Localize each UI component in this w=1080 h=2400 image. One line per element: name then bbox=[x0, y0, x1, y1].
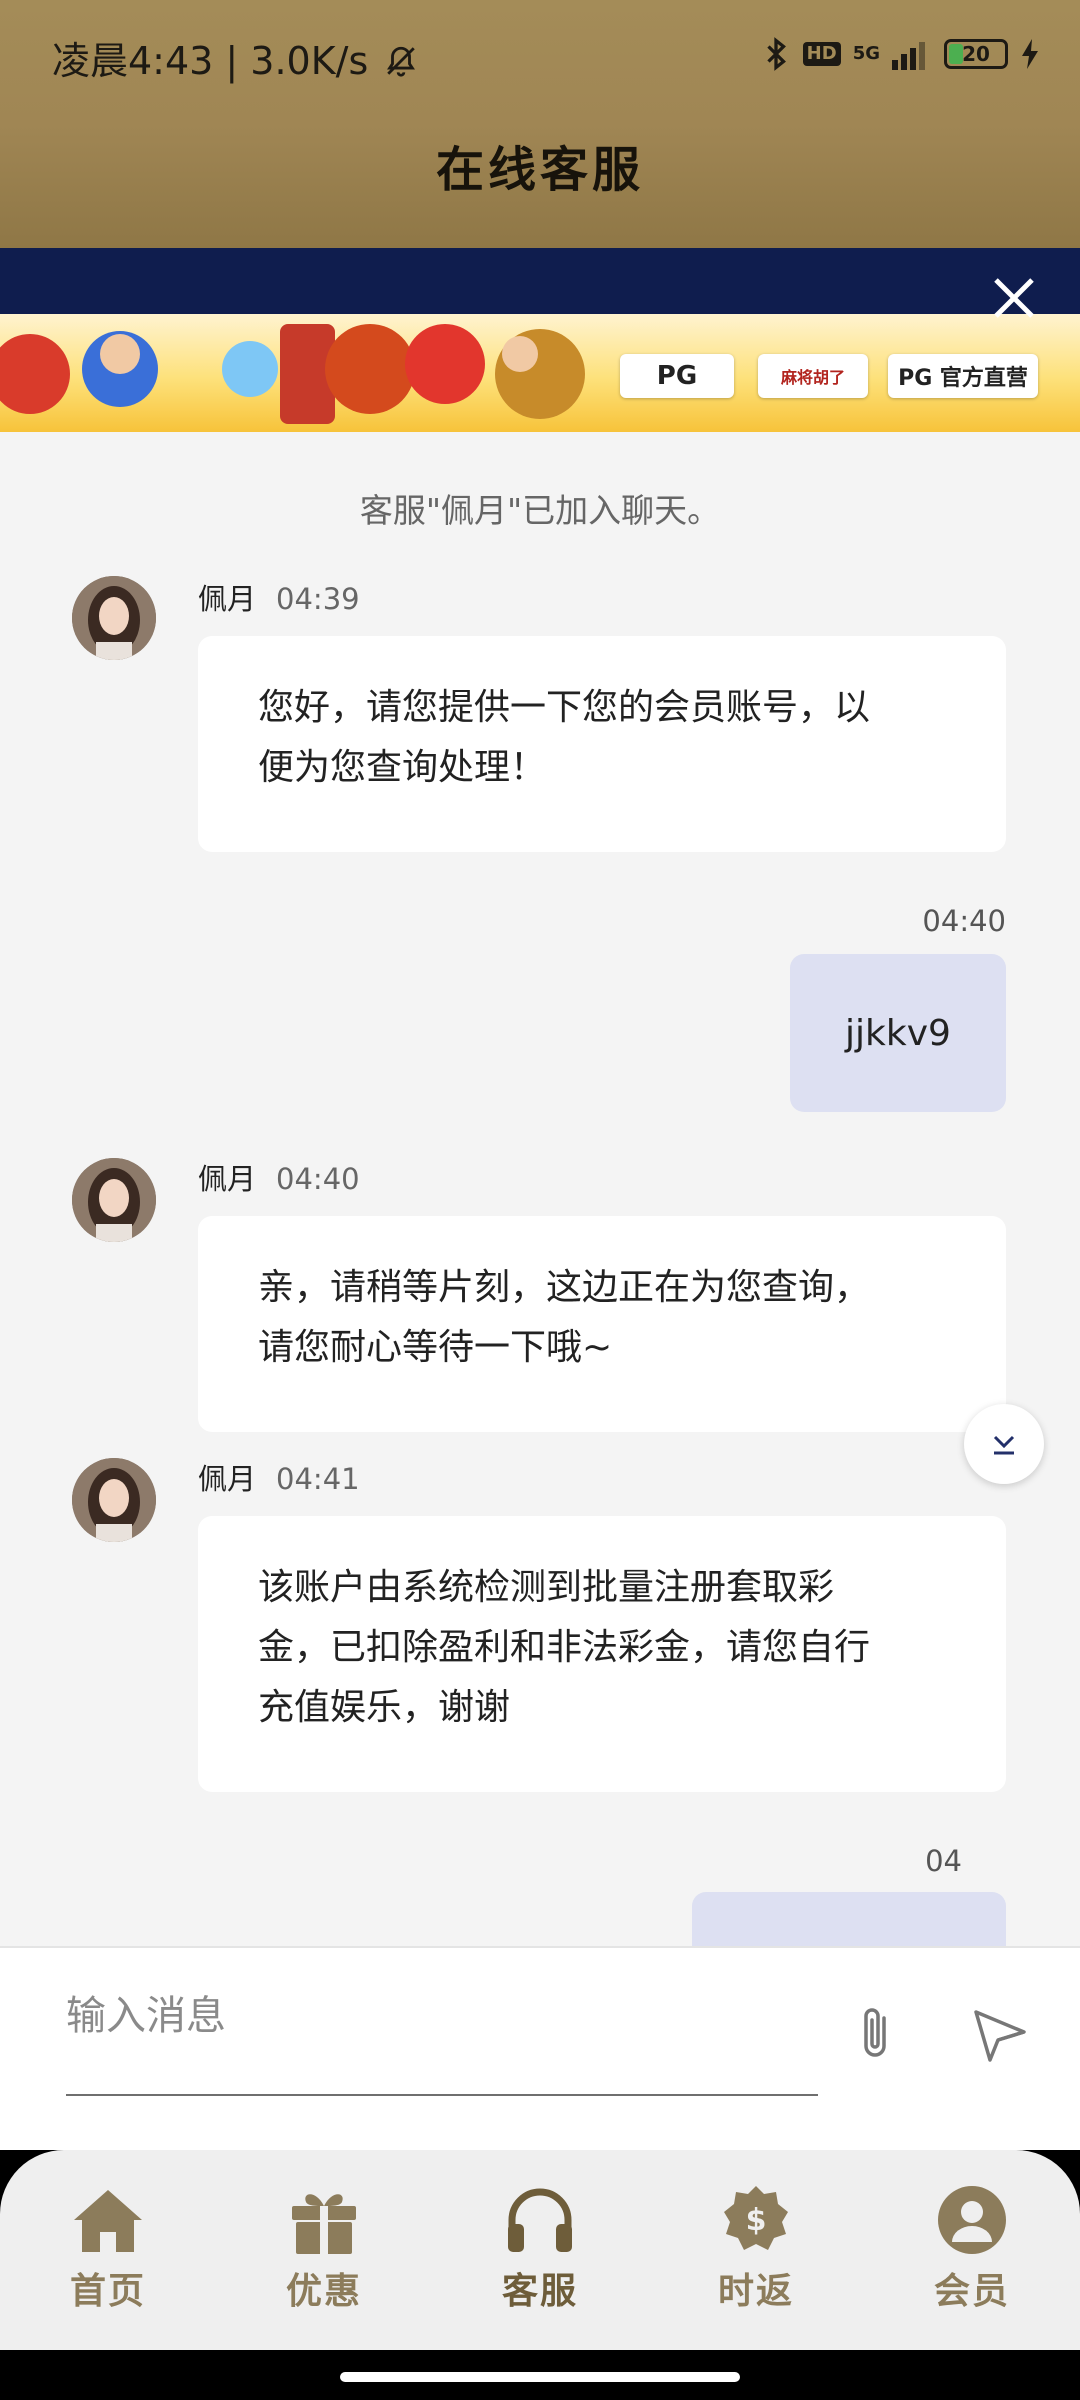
message-line: 您好，请您提供一下您的会员账号，以 bbox=[258, 687, 871, 728]
outgoing-message: jjkkv9 bbox=[790, 954, 1006, 1112]
sender-name: 佩月 bbox=[198, 1462, 257, 1496]
outgoing-message-time: 04 bbox=[925, 1844, 962, 1878]
promo-chip-official: PG 官方直营 bbox=[888, 354, 1038, 398]
sender-name: 佩月 bbox=[198, 582, 257, 616]
avatar-image bbox=[72, 1158, 156, 1242]
avatar-image bbox=[72, 576, 156, 660]
message-line: 金，已扣除盈利和非法彩金，请您自行 bbox=[258, 1627, 871, 1668]
home-icon bbox=[74, 2190, 142, 2252]
chat-screen: 凌晨4:43 | 3.0K/s HD 5G 20 在线客服 PG 麻将胡了 PG… bbox=[0, 0, 1080, 2400]
promo-chip-pg: PG bbox=[620, 354, 734, 398]
chat-messages[interactable]: 客服"佩月"已加入聊天。 佩月 04:39 您好，请您提供一下您的会员账号，以 便… bbox=[0, 432, 1080, 1946]
header: 凌晨4:43 | 3.0K/s HD 5G 20 在线客服 bbox=[0, 0, 1080, 248]
close-banner-button[interactable] bbox=[988, 272, 1040, 324]
tab-customer-service[interactable]: 客服 bbox=[460, 2182, 620, 2332]
agent-avatar[interactable] bbox=[72, 576, 156, 660]
send-icon bbox=[974, 2010, 1026, 2062]
incoming-message: 亲，请稍等片刻，这边正在为您查询， 请您耐心等待一下哦~ bbox=[198, 1216, 1006, 1432]
message-composer bbox=[0, 1946, 1080, 2150]
tab-label: 时返 bbox=[717, 2271, 794, 2312]
tab-member[interactable]: 会员 bbox=[892, 2182, 1052, 2332]
incoming-message: 您好，请您提供一下您的会员账号，以 便为您查询处理！ bbox=[198, 636, 1006, 852]
message-time: 04:40 bbox=[276, 1162, 360, 1196]
message-text: jjkkv9 bbox=[845, 1012, 951, 1054]
scroll-to-bottom-button[interactable] bbox=[964, 1404, 1044, 1484]
status-icons: HD 5G 20 bbox=[761, 30, 1040, 78]
home-indicator[interactable] bbox=[340, 2372, 740, 2382]
message-line: 充值娱乐，谢谢 bbox=[258, 1687, 511, 1728]
bluetooth-icon bbox=[767, 37, 786, 71]
system-message: 客服"佩月"已加入聊天。 bbox=[359, 491, 721, 530]
gift-icon bbox=[292, 2194, 356, 2254]
outgoing-message-time: 04:40 bbox=[922, 904, 1006, 938]
dollar-badge-icon: $ bbox=[724, 2186, 788, 2250]
input-underline bbox=[66, 2094, 818, 2096]
headset-icon bbox=[508, 2188, 572, 2252]
agent-avatar[interactable] bbox=[72, 1158, 156, 1242]
page-title: 在线客服 bbox=[435, 142, 644, 198]
user-icon bbox=[938, 2186, 1006, 2254]
outgoing-message bbox=[692, 1892, 1006, 1946]
signal-icon bbox=[892, 42, 925, 70]
message-meta: 佩月 04:41 bbox=[198, 1456, 360, 1498]
chevron-down-icon bbox=[993, 1435, 1015, 1455]
tab-label: 会员 bbox=[933, 2271, 1010, 2312]
tab-label: 首页 bbox=[69, 2271, 146, 2312]
banner-top-strip bbox=[0, 248, 1080, 314]
battery-icon: 20 bbox=[944, 39, 1008, 69]
message-time: 04:41 bbox=[276, 1462, 360, 1496]
network-label: 5G bbox=[852, 43, 880, 64]
status-bar: 凌晨4:43 | 3.0K/s HD 5G 20 bbox=[0, 0, 1080, 108]
message-meta: 佩月 04:40 bbox=[198, 1156, 360, 1198]
close-icon bbox=[994, 278, 1034, 318]
charging-icon bbox=[1022, 39, 1038, 69]
sender-name: 佩月 bbox=[198, 1162, 257, 1196]
promo-banner[interactable]: PG 麻将胡了 PG 官方直营 bbox=[0, 314, 1080, 432]
message-input[interactable] bbox=[66, 1988, 816, 2044]
paperclip-icon bbox=[864, 2008, 886, 2057]
message-time: 04:39 bbox=[276, 582, 360, 616]
mute-bell-icon bbox=[387, 46, 416, 77]
svg-text:$: $ bbox=[746, 2203, 767, 2238]
message-line: 亲，请稍等片刻，这边正在为您查询， bbox=[258, 1267, 871, 1308]
tab-promotions[interactable]: 优惠 bbox=[244, 2182, 404, 2332]
message-line: 该账户由系统检测到批量注册套取彩 bbox=[258, 1567, 835, 1608]
avatar-image bbox=[72, 1458, 156, 1542]
promo-banner-illustration bbox=[0, 324, 585, 424]
status-time: 凌晨4:43 | 3.0K/s bbox=[52, 30, 418, 85]
hd-badge: HD bbox=[802, 42, 841, 66]
incoming-message: 该账户由系统检测到批量注册套取彩 金，已扣除盈利和非法彩金，请您自行 充值娱乐，… bbox=[198, 1516, 1006, 1792]
agent-avatar[interactable] bbox=[72, 1458, 156, 1542]
attach-button[interactable] bbox=[848, 2002, 904, 2066]
message-line: 请您耐心等待一下哦~ bbox=[258, 1327, 613, 1368]
tab-home[interactable]: 首页 bbox=[28, 2182, 188, 2332]
battery-level: 20 bbox=[962, 42, 990, 66]
tab-label: 客服 bbox=[501, 2271, 578, 2312]
send-button[interactable] bbox=[968, 2002, 1032, 2066]
tab-label: 优惠 bbox=[285, 2271, 362, 2312]
message-meta: 佩月 04:39 bbox=[198, 576, 360, 618]
message-line: 便为您查询处理！ bbox=[258, 747, 547, 788]
status-time-text: 凌晨4:43 | 3.0K/s bbox=[52, 39, 369, 83]
tab-rebate[interactable]: $ 时返 bbox=[676, 2182, 836, 2332]
promo-chip-mahjong: 麻将胡了 bbox=[758, 354, 868, 398]
